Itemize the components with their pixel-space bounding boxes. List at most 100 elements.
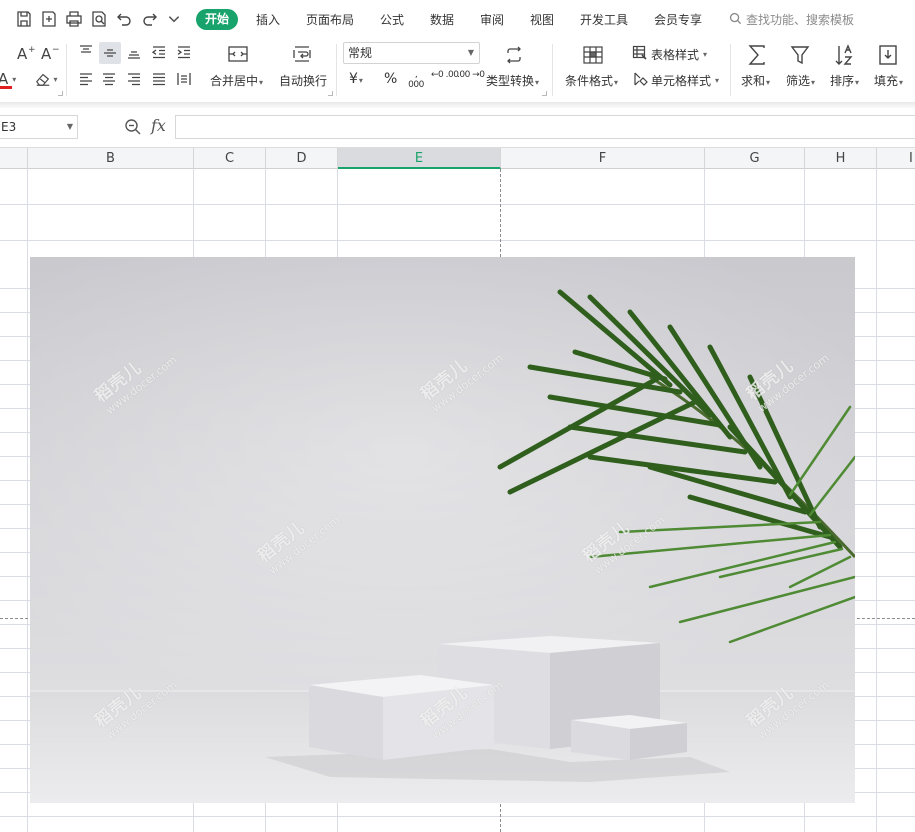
inserted-picture[interactable]: 稻壳儿 www.docer.com 稻壳儿 www.docer.com 稻壳儿 www… <box>30 257 855 803</box>
zoom-search-icon[interactable] <box>124 118 142 136</box>
filter-label: 筛选 <box>786 74 811 88</box>
ribbon-separator <box>552 44 553 96</box>
distributed-align-icon[interactable] <box>174 69 194 89</box>
table-style-icon <box>632 45 648 64</box>
fill-icon[interactable] <box>877 43 899 67</box>
font-group-launcher[interactable] <box>58 91 63 96</box>
search-placeholder: 查找功能、搜索模板 <box>746 13 855 27</box>
align-right-icon[interactable] <box>124 69 144 89</box>
wrap-text-icon[interactable] <box>290 42 314 66</box>
svg-text:+: + <box>28 45 36 55</box>
tab-insert[interactable]: 插入 <box>256 11 280 28</box>
tab-member[interactable]: 会员专享 <box>654 11 702 28</box>
column-headers: B C D E F G H I <box>0 147 915 169</box>
font-color-button[interactable]: A ▾ <box>0 69 24 89</box>
svg-text:A: A <box>17 45 28 62</box>
wrap-text-button[interactable]: 自动换行 <box>279 72 327 89</box>
conditional-format-label: 条件格式 <box>565 74 614 88</box>
alignment-group-launcher[interactable] <box>328 91 333 96</box>
align-bottom-icon[interactable] <box>124 42 144 62</box>
column-header-i[interactable]: I <box>877 148 915 169</box>
filter-button[interactable]: 筛选▾ <box>786 72 815 89</box>
font-color-bar <box>0 86 12 89</box>
cell-style-button[interactable]: 单元格样式 ▾ <box>632 71 719 90</box>
type-convert-label: 类型转换 <box>486 74 535 88</box>
conditional-format-button[interactable]: 条件格式▾ <box>565 72 618 89</box>
merge-center-button[interactable]: 合并居中▾ <box>210 72 263 89</box>
column-header-h[interactable]: H <box>805 148 877 169</box>
merge-center-icon[interactable] <box>226 42 250 66</box>
sum-icon[interactable] <box>746 43 768 67</box>
svg-text:−: − <box>52 45 60 55</box>
cell-style-label: 单元格样式 <box>651 74 712 88</box>
fill-button[interactable]: 填充▾ <box>874 72 903 89</box>
currency-icon: ¥ <box>349 71 358 87</box>
undo-icon[interactable] <box>114 9 134 29</box>
align-left-icon[interactable] <box>76 69 96 89</box>
clear-format-button[interactable]: ▾ <box>32 69 60 89</box>
ribbon-separator <box>336 44 337 96</box>
number-format-value: 常规 <box>348 46 373 60</box>
cell-style-icon <box>632 71 648 90</box>
save-icon[interactable] <box>14 9 34 29</box>
insert-function-icon[interactable]: fx <box>151 116 166 135</box>
percent-icon[interactable]: % <box>384 71 397 87</box>
number-group-launcher[interactable] <box>542 91 547 96</box>
print-preview-icon[interactable] <box>89 9 109 29</box>
function-search[interactable]: 查找功能、搜索模板 <box>729 11 854 28</box>
save-as-icon[interactable] <box>39 9 59 29</box>
tab-home[interactable]: 开始 <box>196 9 239 30</box>
sort-button[interactable]: 排序▾ <box>830 72 859 89</box>
number-format-dropdown[interactable]: 常规 ▼ <box>343 42 480 64</box>
decrease-indent-icon[interactable] <box>149 42 169 62</box>
increase-indent-icon[interactable] <box>174 42 194 62</box>
merge-center-label: 合并居中 <box>210 74 259 88</box>
table-style-button[interactable]: 表格样式 ▾ <box>632 45 707 64</box>
search-icon <box>729 12 742 28</box>
table-style-label: 表格样式 <box>651 48 700 62</box>
sum-label: 求和 <box>741 74 766 88</box>
tab-data[interactable]: 数据 <box>430 11 454 28</box>
sum-button[interactable]: 求和▾ <box>741 72 770 89</box>
ribbon-separator <box>66 44 67 96</box>
decrease-decimal-icon[interactable]: .00 →0 <box>457 70 485 80</box>
decrease-font-size-icon[interactable]: A − <box>40 44 60 62</box>
type-convert-icon[interactable] <box>503 44 525 66</box>
tab-formulas[interactable]: 公式 <box>380 11 404 28</box>
quick-access-more-icon[interactable] <box>167 9 181 29</box>
chevron-down-icon: ▼ <box>66 122 73 131</box>
column-header-b[interactable]: B <box>28 148 194 169</box>
type-convert-button[interactable]: 类型转换▾ <box>486 72 539 89</box>
font-color-icon: A <box>0 70 9 88</box>
align-top-icon[interactable] <box>76 42 96 62</box>
align-middle-icon[interactable] <box>99 42 121 64</box>
eraser-icon <box>36 73 50 86</box>
filter-icon[interactable] <box>789 43 811 67</box>
formula-input[interactable] <box>175 115 915 139</box>
align-center-icon[interactable] <box>99 69 119 89</box>
thousands-separator-label: 000 <box>408 80 424 90</box>
column-header-a[interactable] <box>0 148 28 169</box>
justify-icon[interactable] <box>149 69 169 89</box>
tab-view[interactable]: 视图 <box>530 11 554 28</box>
name-box[interactable]: E3 ▼ <box>0 115 78 139</box>
tab-page-layout[interactable]: 页面布局 <box>306 11 354 28</box>
increase-font-size-icon[interactable]: A + <box>16 44 36 62</box>
column-header-e[interactable]: E <box>338 148 501 169</box>
increase-decimal-icon[interactable]: ←0 .00 <box>431 70 459 80</box>
print-icon[interactable] <box>64 9 84 29</box>
name-box-value: E3 <box>1 120 17 134</box>
tab-review[interactable]: 审阅 <box>480 11 504 28</box>
tab-developer[interactable]: 开发工具 <box>580 11 628 28</box>
thousands-separator-icon[interactable]: , 000 <box>407 70 425 90</box>
sort-icon[interactable] <box>833 43 855 67</box>
svg-text:A: A <box>41 45 52 62</box>
sort-label: 排序 <box>830 74 855 88</box>
column-header-g[interactable]: G <box>705 148 805 169</box>
column-header-d[interactable]: D <box>266 148 338 169</box>
conditional-format-icon[interactable] <box>581 44 605 66</box>
column-header-f[interactable]: F <box>501 148 705 169</box>
column-header-c[interactable]: C <box>194 148 266 169</box>
currency-button[interactable]: ¥▾ <box>349 71 363 87</box>
redo-icon[interactable] <box>140 9 160 29</box>
